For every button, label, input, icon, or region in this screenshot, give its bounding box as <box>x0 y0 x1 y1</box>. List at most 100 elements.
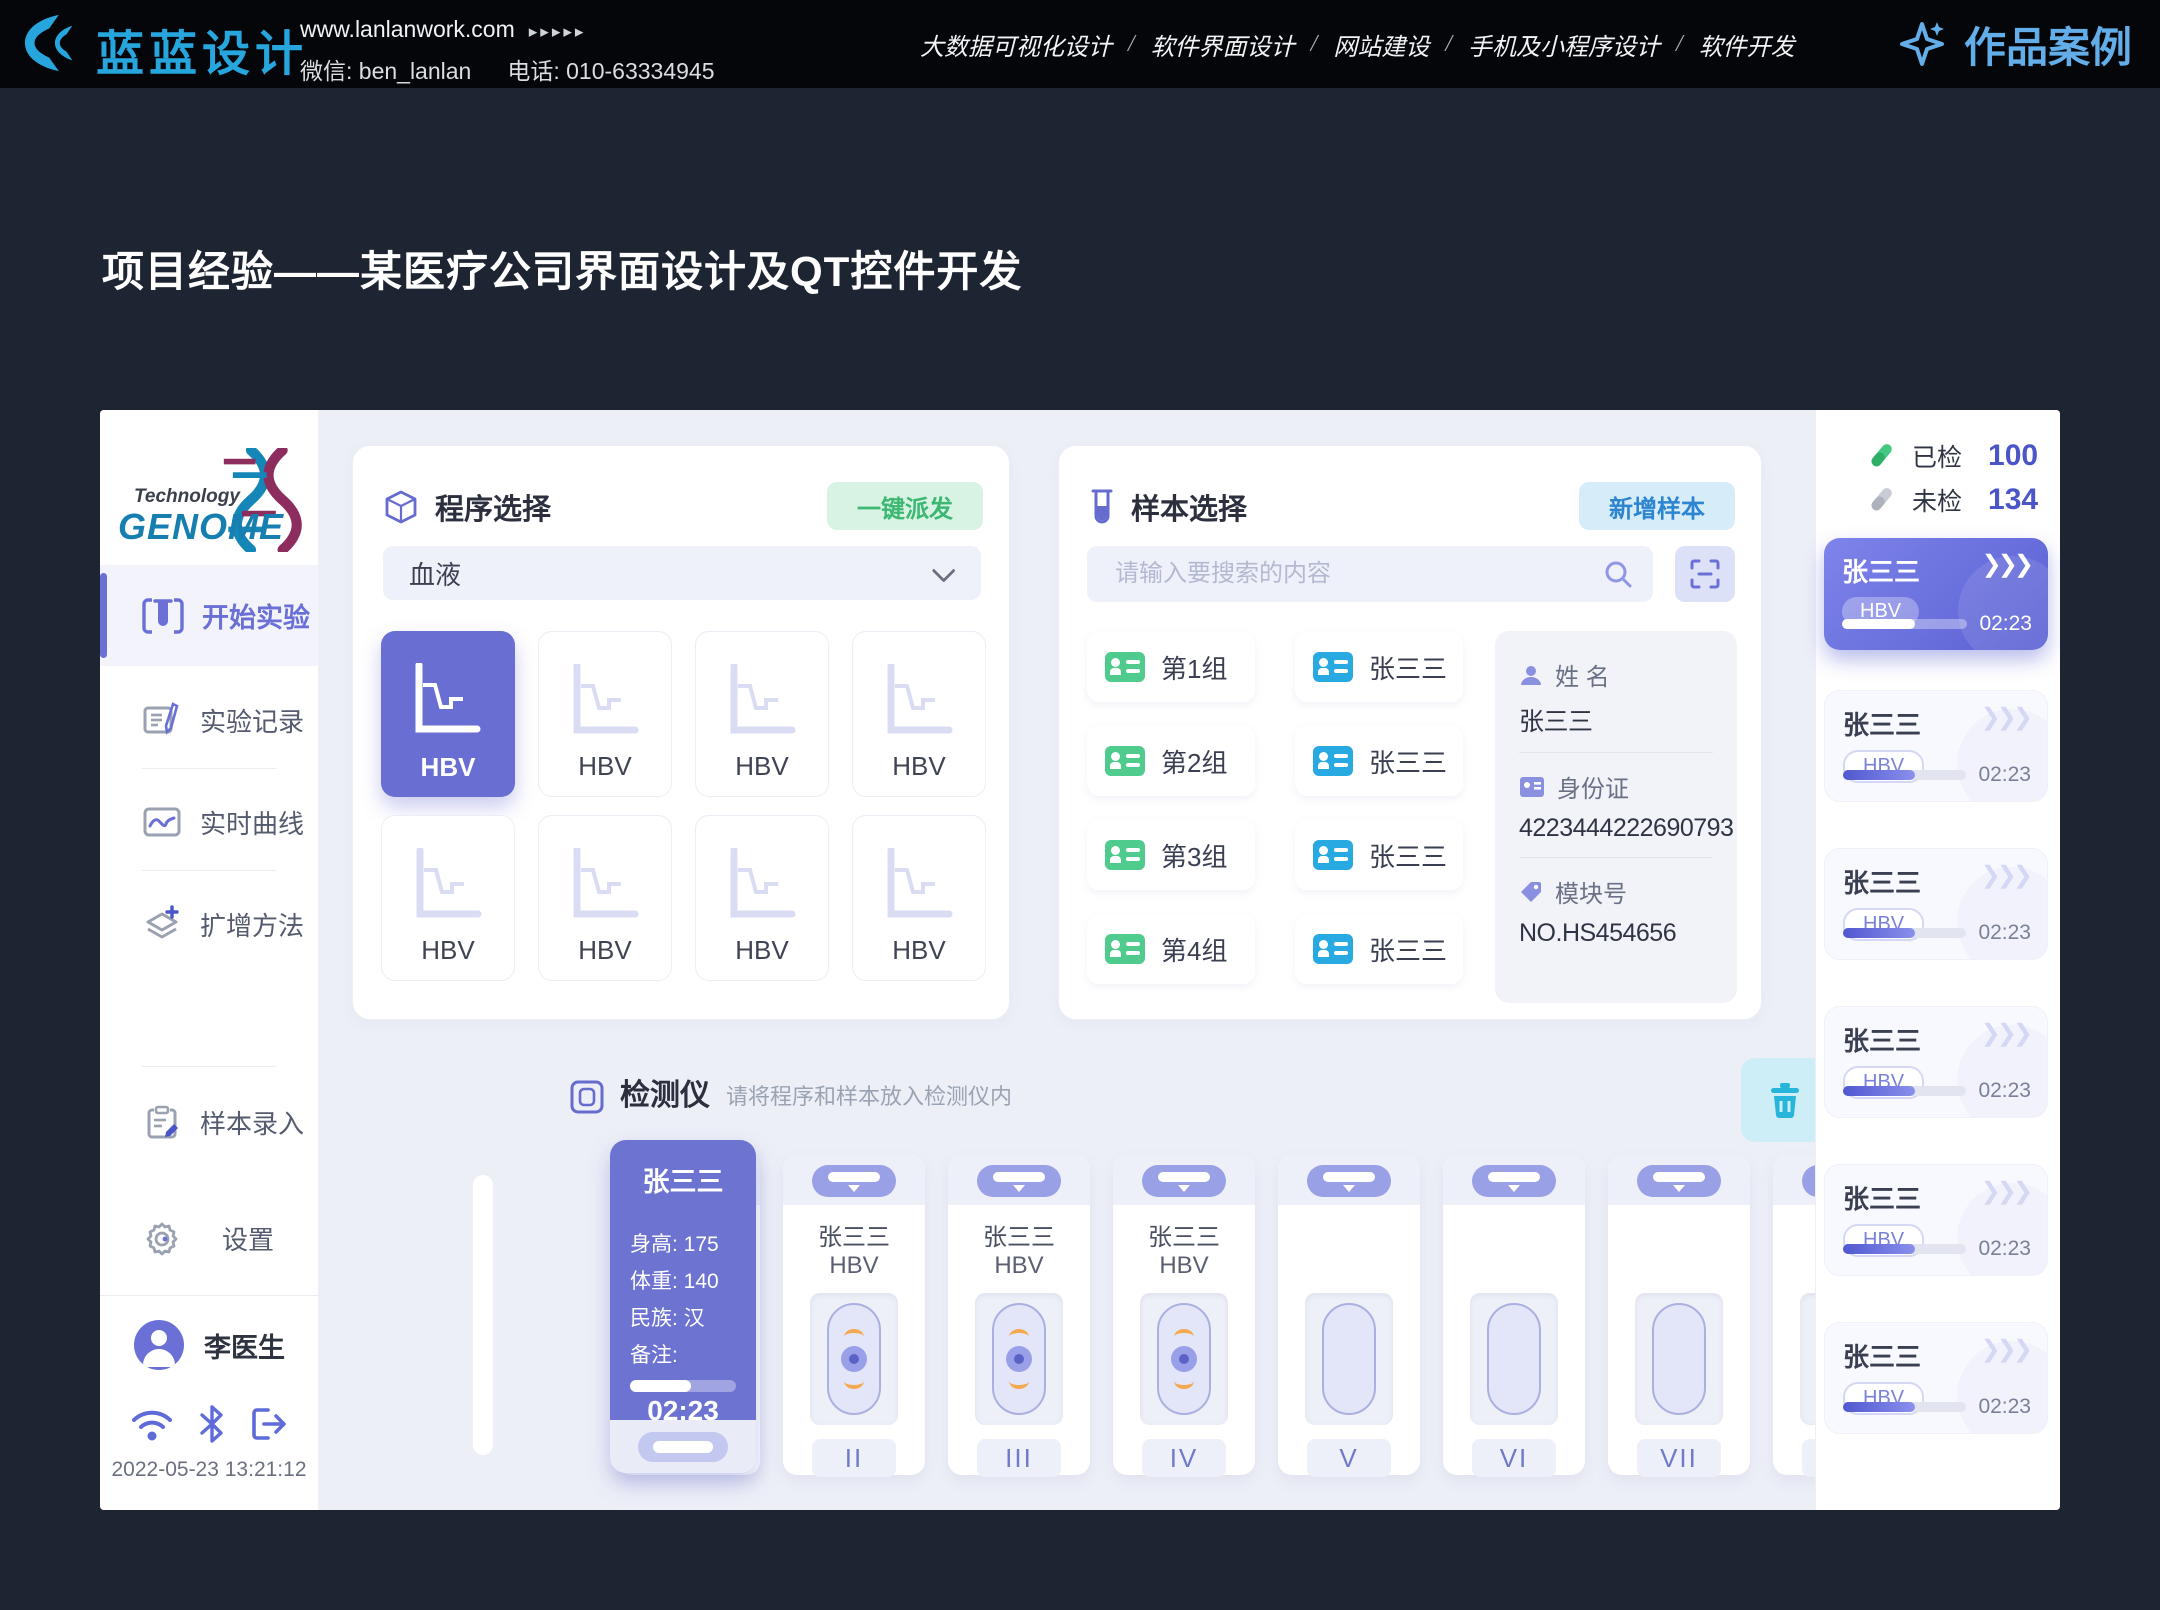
progress-bar <box>1843 1244 1966 1254</box>
program-card-label: HBV <box>853 751 985 782</box>
checked-label: 已检 <box>1912 438 1962 474</box>
sidebar-item-experiment-records[interactable]: 实验记录 <box>100 684 318 756</box>
sample-card[interactable]: 张三三 <box>1295 726 1463 796</box>
slot-latch-icon <box>977 1165 1061 1197</box>
queue-card[interactable]: 张三三 ❯❯❯ HBV 02:23 <box>1824 690 2048 802</box>
queue-card[interactable]: 张三三 ❯❯❯ HBV 02:23 <box>1824 1322 2048 1434</box>
detector-slot[interactable]: VII <box>1608 1155 1750 1475</box>
group-badge-icon <box>1105 934 1145 964</box>
detector-slot[interactable]: 张三三 HBV III <box>948 1155 1090 1475</box>
name-label-row: 姓 名 <box>1519 657 1713 692</box>
slot-header <box>1608 1155 1750 1205</box>
website-url[interactable]: www.lanlanwork.com▸▸▸▸▸ <box>300 16 586 43</box>
program-card[interactable]: HBV <box>852 631 986 797</box>
program-card[interactable]: HBV <box>695 631 829 797</box>
sample-search[interactable] <box>1087 546 1653 602</box>
record-document-icon <box>142 700 182 740</box>
group-card[interactable]: 第1组 <box>1087 632 1255 702</box>
top-nav-item[interactable]: 网站建设 <box>1333 27 1429 62</box>
sidebar-item-start-experiment[interactable]: 开始实验 <box>100 565 318 666</box>
top-nav-item[interactable]: 手机及小程序设计 <box>1468 27 1660 62</box>
active-sample-card[interactable]: 张三三 身高: 175 体重: 140 民族: 汉 备注: 02:23 <box>610 1140 756 1473</box>
wifi-icon[interactable] <box>130 1406 174 1442</box>
slot-sample-type: HBV <box>948 1252 1090 1280</box>
active-sample-name: 张三三 <box>610 1160 756 1199</box>
time-remaining: 02:23 <box>1978 763 2031 787</box>
add-sample-button[interactable]: 新增样本 <box>1579 482 1735 530</box>
brand-name: 蓝蓝设计 <box>96 14 308 84</box>
tube-checked-icon <box>1864 439 1898 473</box>
detector-slot[interactable]: 张三三 HBV IV <box>1113 1155 1255 1475</box>
sidebar-item-label: 设置 <box>222 1220 274 1257</box>
detector-title: 检测仪 <box>620 1070 710 1114</box>
queue-card[interactable]: 张三三 ❯❯❯ HBV 02:23 <box>1824 848 2048 960</box>
program-card-label: HBV <box>696 751 828 782</box>
program-card[interactable]: HBV <box>538 815 672 981</box>
group-card[interactable]: 第2组 <box>1087 726 1255 796</box>
page-title: 项目经验——某医疗公司界面设计及QT控件开发 <box>102 238 1022 299</box>
time-remaining: 02:23 <box>1979 612 2032 636</box>
group-card[interactable]: 第4组 <box>1087 914 1255 984</box>
group-card[interactable]: 第3组 <box>1087 820 1255 890</box>
program-card[interactable]: HBV <box>695 815 829 981</box>
slot-latch-icon <box>1637 1165 1721 1197</box>
top-bar: 蓝蓝设计 www.lanlanwork.com▸▸▸▸▸ 微信: ben_lan… <box>0 0 2160 88</box>
panel-title: 样本选择 <box>1131 486 1247 528</box>
search-input[interactable] <box>1113 559 1603 589</box>
id-label-row: 身份证 <box>1519 769 1713 804</box>
slot-latch-icon <box>1472 1165 1556 1197</box>
bluetooth-icon[interactable] <box>199 1405 225 1443</box>
program-panel-header: 程序选择 <box>383 486 551 528</box>
divider <box>1519 857 1713 858</box>
slot-latch-icon <box>812 1165 896 1197</box>
divider <box>142 768 276 769</box>
time-remaining: 02:23 <box>1978 1079 2031 1103</box>
cassette-empty <box>1652 1303 1706 1415</box>
progress-bar <box>1843 1086 1966 1096</box>
queue-card[interactable]: 张三三 ❯❯❯ HBV 02:23 <box>1824 1006 2048 1118</box>
search-icon[interactable] <box>1603 559 1633 589</box>
sidebar-item-label: 扩增方法 <box>200 906 304 943</box>
sidebar-item-sample-entry[interactable]: 样本录入 <box>100 1086 318 1158</box>
works-label: 作品案例 <box>1964 14 2132 75</box>
program-card[interactable]: HBV <box>852 815 986 981</box>
sample-card[interactable]: 张三三 <box>1295 820 1463 890</box>
program-card[interactable]: HBV <box>538 631 672 797</box>
sidebar-item-realtime-curve[interactable]: 实时曲线 <box>100 786 318 858</box>
top-nav-item[interactable]: 软件界面设计 <box>1151 27 1295 62</box>
user-profile[interactable]: 李医生 <box>134 1320 285 1370</box>
program-card-selected[interactable]: HBV <box>381 631 515 797</box>
chevron-down-icon <box>932 558 956 582</box>
checked-stat: 已检 100 <box>1864 438 2038 474</box>
dispatch-button[interactable]: 一键派发 <box>827 482 983 530</box>
id-card-icon <box>1519 776 1545 798</box>
sidebar-item-settings[interactable]: 设置 <box>100 1202 318 1274</box>
logo-text-genome: GENOME <box>118 506 284 548</box>
top-nav-item[interactable]: 大数据可视化设计 <box>920 27 1112 62</box>
blood-type-select[interactable]: 血液 <box>383 546 981 600</box>
fast-forward-icon: ❯❯❯ <box>1981 861 2029 890</box>
sample-badge-icon <box>1313 746 1353 776</box>
detector-slot[interactable]: V <box>1278 1155 1420 1475</box>
scan-button[interactable] <box>1675 546 1735 602</box>
cassette-well <box>975 1293 1063 1425</box>
detector-slot[interactable]: VI <box>1443 1155 1585 1475</box>
works-link[interactable]: 作品案例 <box>1894 0 2132 88</box>
queue-card[interactable]: 张三三 ❯❯❯ HBV 02:23 <box>1824 1164 2048 1276</box>
divider <box>100 1295 318 1296</box>
queue-card-active[interactable]: 张三三 ❯❯❯ HBV 02:23 <box>1824 538 2048 650</box>
divider <box>1519 752 1713 753</box>
detector-hint: 请将程序和样本放入检测仪内 <box>726 1079 1012 1114</box>
detector-slot[interactable]: 张三三 HBV II <box>783 1155 925 1475</box>
program-card[interactable]: HBV <box>381 815 515 981</box>
top-nav-item[interactable]: 软件开发 <box>1699 27 1795 62</box>
connectivity-row <box>130 1405 290 1443</box>
sidebar-item-amplification[interactable]: 扩增方法 <box>100 888 318 960</box>
tag-icon <box>1519 880 1543 904</box>
sample-card[interactable]: 张三三 <box>1295 632 1463 702</box>
main-area: 程序选择 一键派发 血液 HBV HBV HBV <box>318 410 1815 1510</box>
sample-card[interactable]: 张三三 <box>1295 914 1463 984</box>
layers-plus-icon <box>142 904 182 944</box>
sample-badge-icon <box>1313 840 1353 870</box>
logout-icon[interactable] <box>250 1406 290 1442</box>
